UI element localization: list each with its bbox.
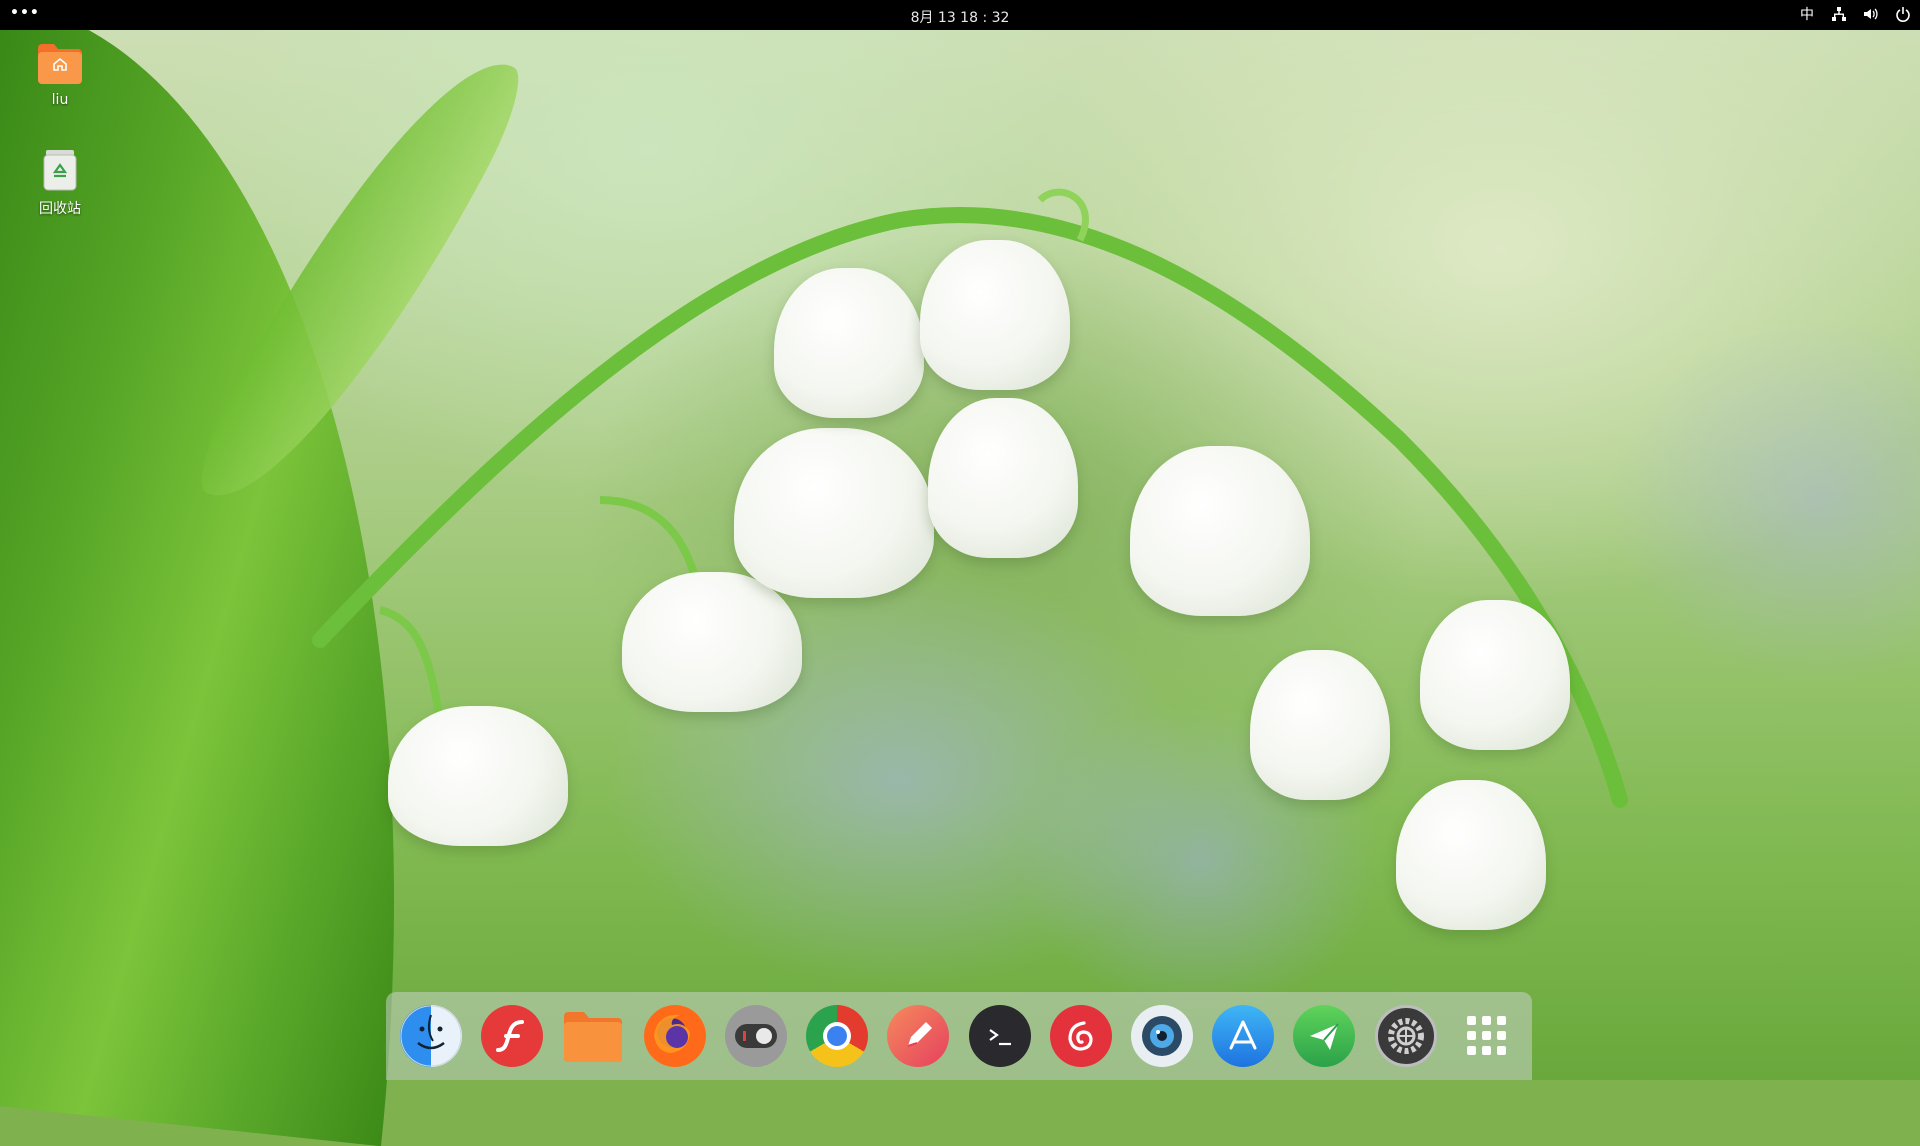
- dock-terminal[interactable]: [968, 1005, 1031, 1067]
- wallpaper-bell: [774, 268, 924, 418]
- app-store-icon: [1229, 1020, 1257, 1050]
- wallpaper-bell: [920, 240, 1070, 390]
- top-panel: ••• 8月 13 18 : 32 中: [0, 0, 1920, 30]
- desktop-icon-label: 回收站: [39, 201, 81, 217]
- pencil-icon: [907, 1022, 933, 1047]
- system-tray: 中: [1798, 5, 1912, 23]
- camera-lens-icon: [1141, 1016, 1182, 1056]
- dock-editor[interactable]: [887, 1005, 950, 1067]
- desktop-icon-label: liu: [51, 92, 69, 108]
- dock-launcher[interactable]: [1456, 1005, 1518, 1067]
- wallpaper-bell: [734, 428, 934, 598]
- dock-firefox[interactable]: [643, 1005, 706, 1067]
- dock-settings[interactable]: [1374, 1005, 1437, 1067]
- wallpaper-bell: [388, 706, 568, 846]
- volume-icon[interactable]: [1862, 5, 1880, 23]
- input-method-icon[interactable]: 中: [1798, 5, 1816, 23]
- toggle-switch-icon: [734, 1024, 777, 1048]
- gear-icon: [1387, 1018, 1424, 1054]
- wallpaper-bell: [622, 572, 802, 712]
- dock-chrome[interactable]: [806, 1005, 869, 1067]
- paper-plane-icon: [1310, 1023, 1340, 1050]
- wallpaper-bell: [928, 398, 1078, 558]
- clock[interactable]: 8月 13 18 : 32: [0, 7, 1920, 27]
- desktop-home-folder[interactable]: liu: [15, 42, 105, 108]
- folder-icon: [564, 1012, 623, 1062]
- dock-netease-music[interactable]: [1049, 1005, 1112, 1067]
- flash-icon: [496, 1020, 525, 1052]
- dock-flash[interactable]: [481, 1005, 544, 1067]
- wallpaper-bell: [1250, 650, 1390, 800]
- wallpaper-bell: [1130, 446, 1310, 616]
- chrome-icon: [823, 1022, 852, 1050]
- firefox-icon: [653, 1014, 690, 1053]
- dock-send[interactable]: [1293, 1005, 1356, 1067]
- power-icon[interactable]: [1894, 5, 1912, 23]
- netease-music-icon: [1068, 1021, 1093, 1051]
- dock-files[interactable]: [562, 1005, 624, 1067]
- network-icon[interactable]: [1830, 5, 1848, 23]
- trash-icon: [36, 148, 84, 192]
- finder-face-icon: [400, 1005, 462, 1067]
- dock-toggle[interactable]: [724, 1005, 787, 1067]
- home-folder-icon: [36, 42, 84, 86]
- dock-finder[interactable]: [400, 1005, 462, 1067]
- app-grid-icon: [1466, 1016, 1506, 1055]
- dock: [386, 992, 1532, 1080]
- terminal-icon: [988, 1029, 1011, 1046]
- dock-app-store[interactable]: [1212, 1005, 1275, 1067]
- wallpaper-bell: [1420, 600, 1570, 750]
- desktop-trash[interactable]: 回收站: [15, 148, 105, 218]
- wallpaper-bell: [1396, 780, 1546, 930]
- dock-screenshot[interactable]: [1130, 1005, 1193, 1067]
